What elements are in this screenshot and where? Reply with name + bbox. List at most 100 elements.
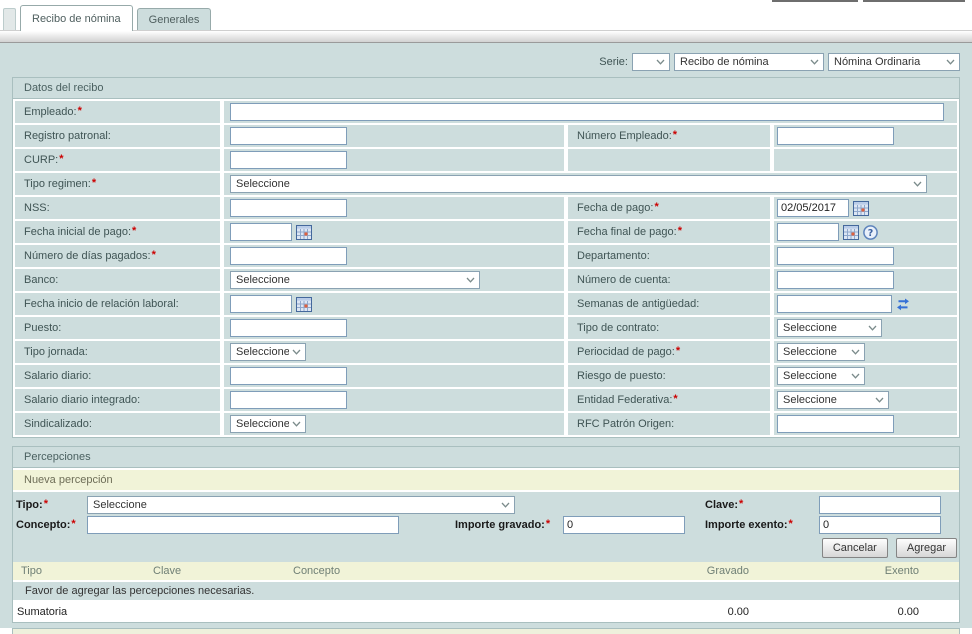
required-asterisk: * (654, 201, 658, 213)
fecha-final-de-pago-label-cell: Fecha final de pago:* (568, 221, 770, 243)
registro-patronal-label: Registro patronal: (24, 130, 111, 142)
fecha-inicio-relacion-laboral-input[interactable] (230, 295, 292, 313)
chevron-down-icon (292, 349, 301, 355)
registro-patronal-input[interactable] (230, 127, 347, 145)
empty-cell (774, 149, 957, 171)
registro-patronal-label-cell: Registro patronal: (15, 125, 220, 147)
fecha-final-de-pago-label: Fecha final de pago: (577, 226, 677, 238)
calendar-icon[interactable] (853, 201, 869, 216)
rfc-patron-origen-label-cell: RFC Patrón Origen: (568, 413, 770, 435)
tipo-de-contrato-label-cell: Tipo de contrato: (568, 317, 770, 339)
puesto-input[interactable] (230, 319, 347, 337)
form-row: CURP:* (15, 149, 957, 171)
sindicalizado-select[interactable]: Seleccione (230, 415, 306, 433)
fecha-de-pago-field-cell (774, 197, 957, 219)
salario-diario-label: Salario diario: (24, 370, 91, 382)
importe-exento-label: Importe exento:* (705, 519, 819, 531)
tipo-regimen-select[interactable]: Seleccione (230, 175, 927, 193)
tipo-documento-select[interactable]: Recibo de nómina (674, 53, 824, 71)
form-row: Concepto:* Importe gravado:* Importe exe… (16, 515, 959, 535)
fecha-de-pago-input[interactable] (777, 199, 849, 217)
tab-recibo-de-nomina[interactable]: Recibo de nómina (20, 5, 133, 31)
calendar-icon[interactable] (296, 225, 312, 240)
nss-input[interactable] (230, 199, 347, 217)
required-asterisk: * (739, 498, 743, 510)
calendar-icon[interactable] (296, 297, 312, 312)
salario-diario-integrado-input[interactable] (230, 391, 347, 409)
salario-diario-input[interactable] (230, 367, 347, 385)
form-buttons: Cancelar Agregar (16, 535, 959, 560)
empleado-input[interactable] (230, 103, 944, 121)
sumatoria-gravado-value: 0.00 (629, 606, 779, 618)
departamento-input[interactable] (777, 247, 894, 265)
numero-empleado-input[interactable] (777, 127, 894, 145)
required-asterisk: * (132, 225, 136, 237)
select-value: Seleccione (783, 394, 872, 406)
importe-gravado-input[interactable] (563, 516, 685, 534)
curp-input[interactable] (230, 151, 347, 169)
concepto-input[interactable] (87, 516, 399, 534)
sindicalizado-label-cell: Sindicalizado: (15, 413, 220, 435)
curp-label: CURP: (24, 154, 58, 166)
tipo-jornada-field-cell: Seleccione (224, 341, 564, 363)
select-value: Recibo de nómina (680, 56, 807, 68)
entidad-federativa-select[interactable]: Seleccione (777, 391, 889, 409)
cancelar-button[interactable]: Cancelar (822, 538, 888, 558)
help-icon[interactable]: ? (863, 225, 878, 240)
tab-label: Generales (149, 14, 200, 26)
form-row: Sindicalizado: Seleccione RFC Patrón Orige… (15, 413, 957, 435)
form-row: Salario diario integrado:Entidad Federat… (15, 389, 957, 411)
percepcion-tipo-select[interactable]: Seleccione (87, 496, 515, 514)
column-header-tipo: Tipo (13, 565, 153, 577)
chevron-down-icon (851, 349, 860, 355)
tipo-regimen-label-cell: Tipo regimen:* (15, 173, 220, 195)
departamento-label-cell: Departamento: (568, 245, 770, 267)
periocidad-de-pago-select[interactable]: Seleccione (777, 343, 865, 361)
sumatoria-label: Sumatoria (13, 606, 153, 618)
fecha-inicial-de-pago-label: Fecha inicial de pago: (24, 226, 131, 238)
select-value: Nómina Ordinaria (834, 56, 943, 68)
form-row: Tipo jornada:SeleccionePeriocidad de pag… (15, 341, 957, 363)
serie-select[interactable] (632, 53, 670, 71)
semanas-antiguedad-input[interactable] (777, 295, 892, 313)
fecha-inicial-de-pago-field-cell (224, 221, 564, 243)
tipo-label: Tipo:* (16, 499, 87, 511)
banco-select[interactable]: Seleccione (230, 271, 480, 289)
required-asterisk: * (673, 129, 677, 141)
fecha-final-de-pago-input[interactable] (777, 223, 839, 241)
numero-dias-pagados-input[interactable] (230, 247, 347, 265)
section-title: Datos del recibo (13, 78, 959, 99)
select-value: Seleccione (236, 346, 289, 358)
riesgo-de-puesto-select[interactable]: Seleccione (777, 367, 865, 385)
calendar-icon[interactable] (843, 225, 859, 240)
tab-generales[interactable]: Generales (137, 8, 212, 30)
refresh-icon[interactable] (896, 298, 910, 311)
toolbar-gradient-bar (0, 30, 972, 43)
tipo-nomina-select[interactable]: Nómina Ordinaria (828, 53, 960, 71)
select-value: Seleccione (783, 370, 848, 382)
tipo-jornada-select[interactable]: Seleccione (230, 343, 306, 361)
nss-label: NSS: (24, 202, 50, 214)
banco-label-cell: Banco: (15, 269, 220, 291)
select-value: Seleccione (783, 322, 865, 334)
clave-input[interactable] (819, 496, 941, 514)
sindicalizado-field-cell: Seleccione (224, 413, 564, 435)
importe-exento-input[interactable] (819, 516, 941, 534)
agregar-button[interactable]: Agregar (896, 538, 957, 558)
banco-field-cell: Seleccione (224, 269, 564, 291)
empty-table-message: Favor de agregar las percepciones necesa… (13, 582, 959, 602)
select-value: Seleccione (236, 274, 463, 286)
form-row: Tipo regimen:* Seleccione (15, 173, 957, 195)
fecha-inicial-de-pago-input[interactable] (230, 223, 292, 241)
fecha-inicio-relacion-laboral-label: Fecha inicio de relación laboral: (24, 298, 179, 310)
rfc-patron-origen-input[interactable] (777, 415, 894, 433)
serie-row: Serie: Recibo de nómina Nómina Ordinaria (0, 51, 972, 73)
sumatoria-row: Sumatoria 0.00 0.00 (13, 602, 959, 622)
column-header-gravado: Gravado (629, 565, 779, 577)
rfc-patron-origen-field-cell (774, 413, 957, 435)
required-asterisk: * (546, 518, 550, 530)
tipo-de-contrato-select[interactable]: Seleccione (777, 319, 882, 337)
form-row: Empleado:* (15, 101, 957, 123)
rfc-patron-origen-label: RFC Patrón Origen: (577, 418, 674, 430)
numero-de-cuenta-input[interactable] (777, 271, 894, 289)
